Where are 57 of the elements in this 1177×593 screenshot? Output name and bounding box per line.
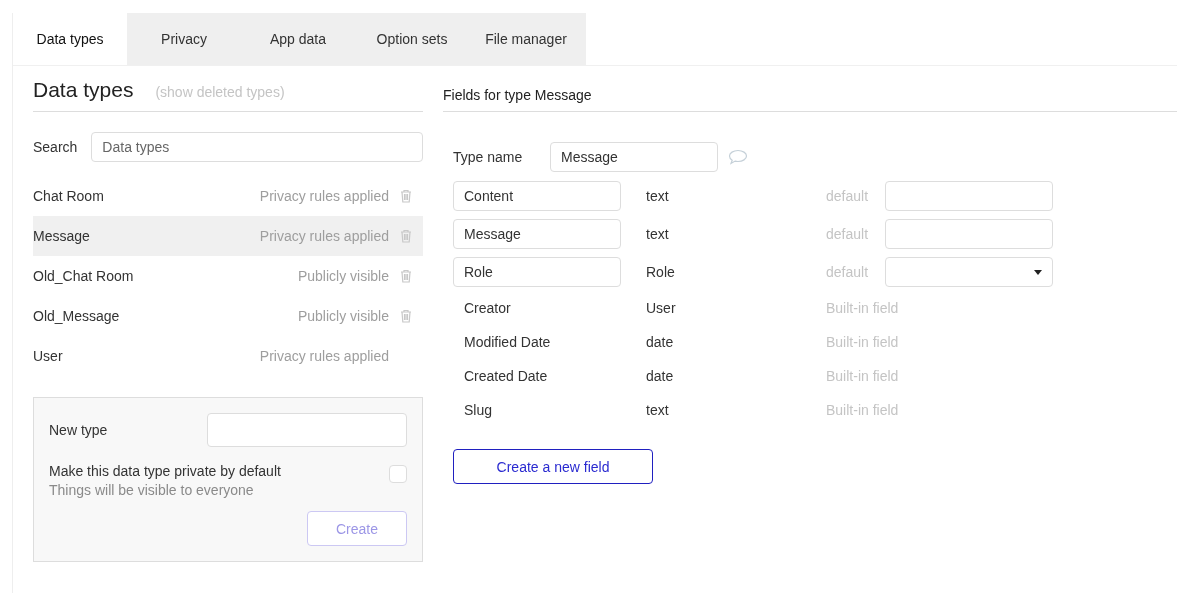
data-type-row[interactable]: Old_Message Publicly visible bbox=[33, 296, 423, 336]
field-type: Role bbox=[645, 264, 676, 280]
field-name: Slug bbox=[463, 402, 494, 418]
privacy-status: Privacy rules applied bbox=[259, 228, 389, 244]
field-name-field[interactable]: Role bbox=[453, 257, 621, 287]
field-type: text bbox=[645, 226, 670, 242]
built-in-note: Built-in field bbox=[826, 300, 899, 316]
search-field[interactable]: Data types bbox=[91, 132, 423, 162]
field-type: text bbox=[645, 188, 670, 204]
field-name-field[interactable]: Message bbox=[453, 219, 621, 249]
create-field-button[interactable]: Create a new field bbox=[453, 449, 653, 484]
built-in-note: Built-in field bbox=[826, 402, 899, 418]
type-name-field[interactable]: Message bbox=[550, 142, 718, 172]
field-type: date bbox=[645, 334, 675, 350]
field-name-field[interactable]: Content bbox=[453, 181, 621, 211]
privacy-status: Publicly visible bbox=[297, 308, 389, 324]
built-in-note: Built-in field bbox=[826, 334, 899, 350]
trash-icon[interactable] bbox=[400, 309, 412, 323]
new-type-field[interactable] bbox=[207, 413, 407, 447]
caret-icon bbox=[1034, 269, 1042, 275]
default-label: default bbox=[826, 188, 870, 204]
default-value-field[interactable] bbox=[885, 181, 1053, 211]
type-name: Old_Message bbox=[33, 308, 121, 324]
field-name: Created Date bbox=[463, 368, 549, 384]
default-value-field[interactable] bbox=[885, 219, 1053, 249]
new-type-label: New type bbox=[49, 422, 108, 438]
default-label: default bbox=[826, 264, 870, 280]
default-value-dropdown[interactable] bbox=[885, 257, 1053, 287]
trash-icon[interactable] bbox=[400, 269, 412, 283]
type-name: Old_Chat Room bbox=[33, 268, 135, 284]
search-label: Search bbox=[33, 139, 78, 155]
comment-icon[interactable] bbox=[728, 149, 748, 165]
trash-icon[interactable] bbox=[400, 189, 412, 203]
field-type: date bbox=[645, 368, 675, 384]
panel-title: Data types bbox=[33, 78, 134, 102]
field-type: text bbox=[645, 402, 670, 418]
type-name: User bbox=[33, 348, 64, 364]
tab[interactable]: Data types bbox=[13, 13, 127, 65]
field-name: Creator bbox=[463, 300, 512, 316]
data-type-row[interactable]: Message Privacy rules applied bbox=[33, 216, 423, 256]
field-name: Modified Date bbox=[463, 334, 552, 350]
data-type-row[interactable]: Old_Chat Room Publicly visible bbox=[33, 256, 423, 296]
type-name: Chat Room bbox=[33, 188, 105, 204]
data-type-row[interactable]: User Privacy rules applied bbox=[33, 336, 423, 376]
field-type: User bbox=[645, 300, 677, 316]
default-label: default bbox=[826, 226, 870, 242]
privacy-status: Privacy rules applied bbox=[259, 348, 389, 364]
privacy-status: Publicly visible bbox=[297, 268, 389, 284]
private-label: Make this data type private by default bbox=[49, 463, 281, 479]
built-in-note: Built-in field bbox=[826, 368, 899, 384]
trash-icon[interactable] bbox=[400, 229, 412, 243]
data-type-row[interactable]: Chat Room Privacy rules applied bbox=[33, 176, 423, 216]
private-hint: Things will be visible to everyone bbox=[49, 482, 255, 498]
fields-title: Fields for type Message bbox=[443, 87, 592, 103]
type-name: Message bbox=[33, 228, 91, 244]
type-name-label: Type name bbox=[453, 149, 524, 165]
privacy-status: Privacy rules applied bbox=[259, 188, 389, 204]
